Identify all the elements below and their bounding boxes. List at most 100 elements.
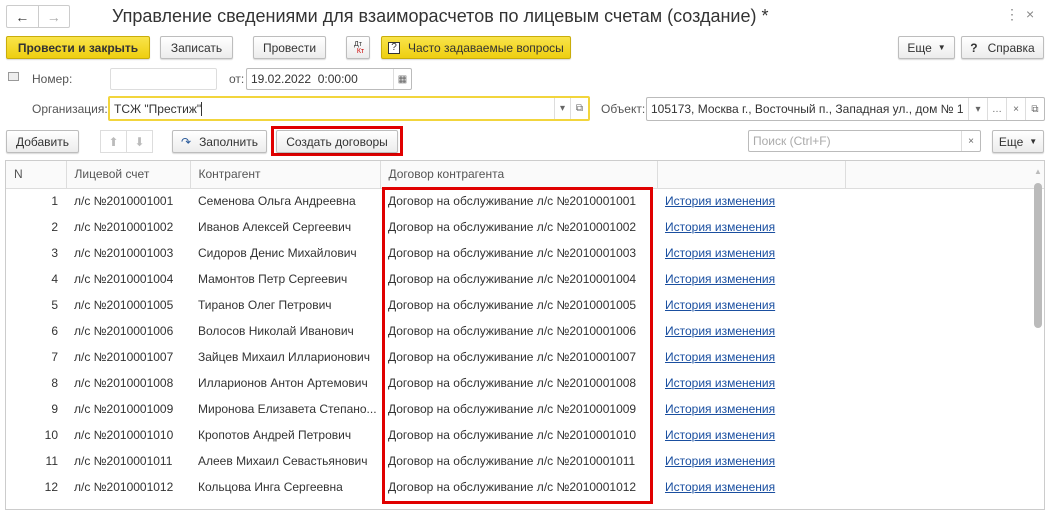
row-number: 11 [45,454,58,468]
account-cell: л/с №2010001011 [74,454,173,468]
fill-button[interactable]: ↷ Заполнить [172,130,267,153]
empty-cell [845,266,1044,292]
faq-button[interactable]: ? Часто задаваемые вопросы [381,36,571,59]
col-history[interactable] [657,161,846,189]
history-link[interactable]: История изменения [665,220,775,234]
empty-cell [845,474,1044,500]
dropdown-icon[interactable]: ▾ [554,98,570,119]
open-icon[interactable]: ⧉ [1025,98,1044,120]
counterparty-cell: Алеев Михаил Севастьянович [198,454,368,468]
window-title: Управление сведениями для взаиморасчетов… [112,6,769,26]
calendar-icon[interactable]: ▦ [393,69,411,89]
help-button[interactable]: ? Справка [961,36,1044,59]
history-link-td: История изменения [657,240,845,266]
history-link-td: История изменения [657,370,845,396]
more-label: Еще [907,40,932,55]
empty-cell [845,396,1044,422]
empty-cell [845,448,1044,474]
dtkt-button[interactable]: Дт Кт [346,36,370,59]
col-contract[interactable]: Договор контрагента [380,161,658,189]
forward-button[interactable]: → [39,6,70,27]
counterparty-cell: Кольцова Инга Сергеевна [198,480,343,494]
empty-cell [845,422,1044,448]
history-link[interactable]: История изменения [665,194,775,208]
chevron-down-icon: ▼ [937,43,946,52]
history-link[interactable]: История изменения [665,324,775,338]
more-button[interactable]: Еще ▼ [898,36,955,59]
dt-label: Дт [354,40,362,48]
account-cell: л/с №2010001001 [74,194,174,209]
col-empty [845,161,1044,189]
more-menu-icon[interactable]: ⋮ [1005,6,1019,23]
table-more-button[interactable]: Еще ▼ [992,130,1044,153]
row-number: 1 [51,194,58,209]
col-n[interactable]: N [6,161,67,189]
counterparty-cell: Семенова Ольга Андреевна [198,194,356,209]
row-number: 10 [44,428,58,442]
search-input[interactable]: Поиск (Ctrl+F) × [748,130,981,152]
history-link[interactable]: История изменения [665,480,775,494]
empty-cell [845,188,1044,214]
history-link[interactable]: История изменения [665,454,775,468]
history-link[interactable]: История изменения [665,376,775,390]
counterparty-cell: Кропотов Андрей Петрович [198,428,352,442]
history-link[interactable]: История изменения [665,402,775,416]
history-link[interactable]: История изменения [665,428,775,442]
counterparty-cell: Илларионов Антон Артемович [198,376,368,390]
account-cell: л/с №2010001002 [74,220,174,234]
date-input[interactable]: 19.02.2022 0:00:00 ▦ [246,68,412,90]
empty-cell [845,318,1044,344]
account-cell: л/с №2010001003 [74,246,174,260]
back-button[interactable]: ← [7,6,39,27]
history-link-td: История изменения [657,214,845,240]
org-input[interactable]: ТСЖ "Престиж" ▾ ⧉ [108,96,590,121]
post-button[interactable]: Провести [253,36,326,59]
number-label: Номер: [32,72,73,86]
nav-buttons: ← → [6,5,70,28]
empty-cell [845,370,1044,396]
post-and-close-button[interactable]: Провести и закрыть [6,36,150,59]
fill-arrow-icon: ↷ [181,134,192,149]
row-number: 7 [51,350,58,364]
question-icon: ? [388,41,400,54]
object-input[interactable]: 105173, Москва г., Восточный п., Западна… [646,97,1045,121]
org-value: ТСЖ "Престиж" [114,101,202,116]
row-number: 3 [51,246,58,260]
col-account[interactable]: Лицевой счет [66,161,191,189]
contract-column-highlight [382,187,653,504]
clear-search-icon[interactable]: × [961,131,980,151]
dropdown-icon[interactable]: ▾ [968,98,987,120]
scrollbar[interactable] [1034,183,1042,328]
history-link[interactable]: История изменения [665,298,775,312]
history-link-td: История изменения [657,266,845,292]
select-icon[interactable]: … [987,98,1006,120]
account-cell: л/с №2010001004 [74,272,174,286]
account-cell: л/с №2010001010 [74,428,174,442]
add-button[interactable]: Добавить [6,130,79,153]
move-down-icon[interactable]: ⬇ [127,131,152,152]
history-link[interactable]: История изменения [665,350,775,364]
account-cell: л/с №2010001006 [74,324,174,338]
account-cell: л/с №2010001009 [74,402,174,416]
history-link[interactable]: История изменения [665,246,775,260]
open-icon[interactable]: ⧉ [570,98,588,119]
history-link-td: История изменения [657,448,845,474]
empty-cell [845,214,1044,240]
history-link-td: История изменения [657,344,845,370]
number-input[interactable] [110,68,217,90]
scroll-up-icon[interactable]: ▲ [1034,167,1042,176]
create-contracts-button[interactable]: Создать договоры [276,130,398,153]
move-buttons: ⬆ ⬇ [100,130,153,153]
row-number: 4 [51,272,58,286]
history-link-td: История изменения [657,422,845,448]
faq-label: Часто задаваемые вопросы [408,40,564,55]
clear-icon[interactable]: × [1006,98,1025,120]
move-up-icon[interactable]: ⬆ [101,131,127,152]
close-icon[interactable]: × [1026,6,1034,22]
counterparty-cell: Тиранов Олег Петрович [198,298,332,312]
history-link[interactable]: История изменения [665,272,775,286]
save-button[interactable]: Записать [160,36,233,59]
history-link-td: История изменения [657,396,845,422]
counterparty-cell: Волосов Николай Иванович [198,324,354,338]
col-counterparty[interactable]: Контрагент [190,161,381,189]
